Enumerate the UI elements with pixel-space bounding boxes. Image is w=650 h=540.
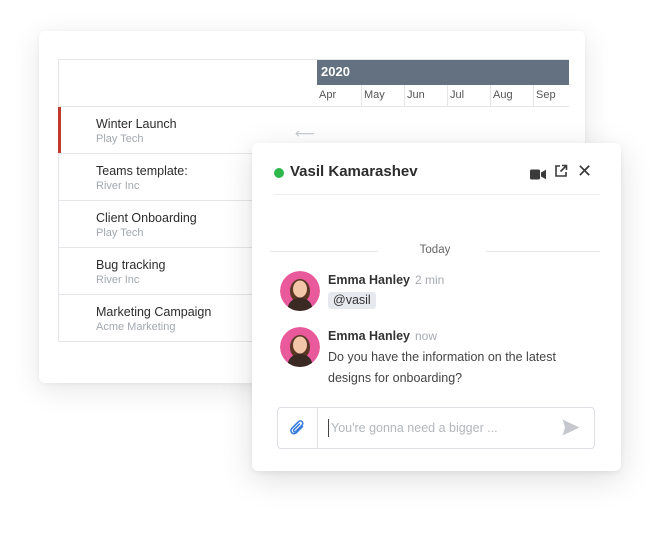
- timeline-header: 2020 Apr May Jun Jul Aug Sep: [317, 59, 569, 107]
- month-label: Apr: [317, 85, 362, 106]
- message-author: Emma Hanley: [328, 273, 410, 287]
- contact-name: Vasil Kamarashev: [290, 163, 418, 180]
- message-composer: [277, 407, 595, 449]
- close-icon[interactable]: ✕: [577, 161, 592, 182]
- avatar[interactable]: [280, 271, 320, 311]
- attach-button[interactable]: [278, 408, 318, 448]
- online-status-dot: [274, 168, 284, 178]
- message-input[interactable]: [328, 419, 548, 437]
- message-body: Emma Hanley now Do you have the informati…: [328, 327, 590, 389]
- year-label: 2020: [317, 60, 569, 85]
- date-divider-label: Today: [419, 244, 451, 256]
- avatar[interactable]: [280, 327, 320, 367]
- message-author: Emma Hanley: [328, 329, 410, 343]
- divider-line: [486, 251, 600, 252]
- video-icon[interactable]: [530, 167, 546, 185]
- task-list-header: [58, 59, 317, 107]
- message-text: Do you have the information on the lates…: [328, 350, 556, 385]
- popout-icon[interactable]: [554, 164, 568, 183]
- chat-window: Vasil Kamarashev ✕ Today Emma Hanley 2 mi…: [252, 143, 621, 471]
- month-row: Apr May Jun Jul Aug Sep: [317, 85, 569, 107]
- month-label: Jun: [405, 85, 448, 106]
- date-divider: Today: [270, 243, 600, 259]
- month-label: Sep: [536, 89, 556, 101]
- month-label: Jul: [448, 85, 491, 106]
- month-label: May: [362, 85, 405, 106]
- arrow-left-icon[interactable]: ⟵: [295, 125, 315, 142]
- mention-tag[interactable]: @vasil: [328, 292, 376, 309]
- chat-header: Vasil Kamarashev ✕: [274, 161, 600, 195]
- message-time: 2 min: [414, 273, 445, 287]
- paperclip-icon: [289, 420, 304, 435]
- month-label: Aug: [491, 85, 534, 106]
- message-time: now: [414, 329, 437, 343]
- message-body: Emma Hanley 2 min @vasil: [328, 271, 590, 309]
- send-icon[interactable]: [562, 419, 580, 441]
- task-title: Winter Launch: [96, 117, 177, 131]
